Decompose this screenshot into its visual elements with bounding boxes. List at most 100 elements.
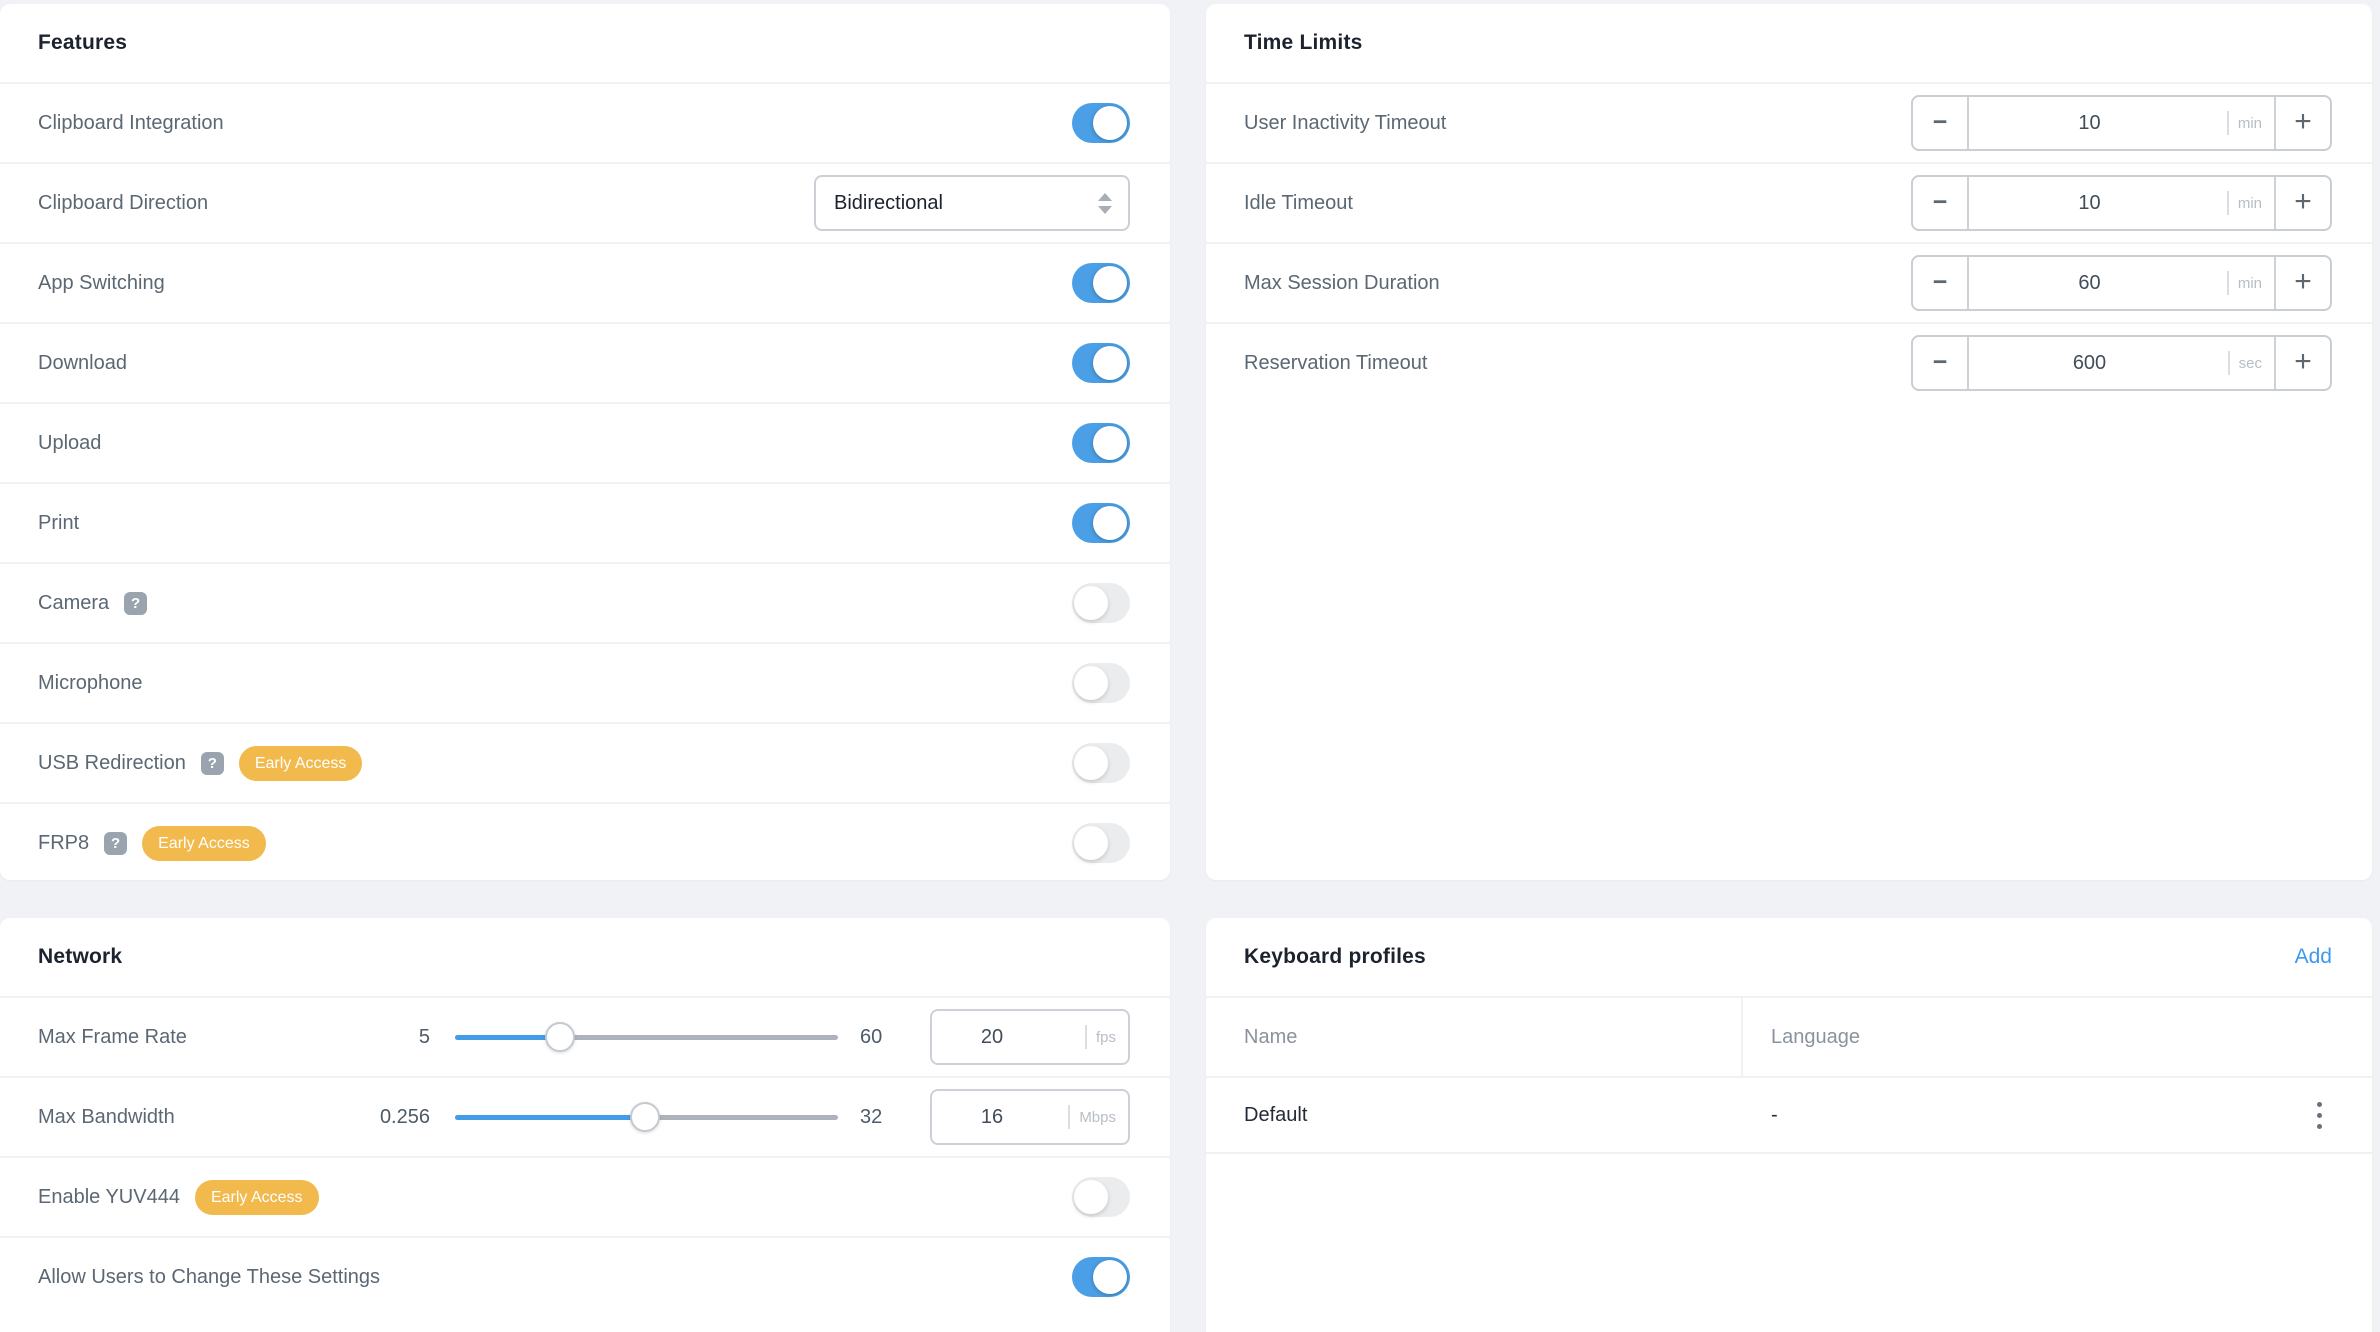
stepper-value: 600 [2073,352,2106,375]
slider-max-label: 32 [860,1106,930,1129]
stepper-value-field[interactable]: 10 min [1969,97,2274,149]
max-bandwidth-input[interactable]: 16 Mbps [930,1089,1130,1145]
keyboard-profiles-card: Keyboard profiles Add Name Language Defa… [1206,918,2372,1332]
toggle-knob [1093,266,1127,300]
max-frame-rate-slider[interactable] [455,1035,838,1040]
toggle-knob [1074,746,1108,780]
time-limits-title: Time Limits [1244,31,1363,55]
max-session-duration-stepper: − 60 min + [1911,255,2332,311]
profile-name-cell: Default [1206,1104,1743,1127]
keyboard-profiles-title: Keyboard profiles [1244,945,1426,969]
network-row-allow-users-change: Allow Users to Change These Settings [0,1236,1170,1316]
enable-yuv444-label: Enable YUV444 [38,1186,180,1209]
time-limits-header: Time Limits [1206,4,2372,82]
network-header: Network [0,918,1170,996]
feature-row-frp8: FRP8 ? Early Access [0,802,1170,880]
toggle-knob [1093,346,1127,380]
keyboard-profile-row[interactable]: Default - [1206,1076,2372,1154]
toggle-knob [1074,666,1108,700]
user-inactivity-timeout-label: User Inactivity Timeout [1244,112,1446,135]
camera-toggle[interactable] [1072,583,1130,623]
help-icon[interactable]: ? [104,832,127,855]
increment-button[interactable]: + [2274,177,2330,229]
slider-min-label: 0.256 [300,1106,430,1129]
upload-label: Upload [38,432,101,455]
allow-users-change-label: Allow Users to Change These Settings [38,1266,380,1289]
stepper-value-field[interactable]: 600 sec [1969,337,2274,389]
clipboard-direction-select[interactable]: Bidirectional [814,175,1130,231]
increment-button[interactable]: + [2274,97,2330,149]
toggle-knob [1074,1180,1108,1214]
stepper-unit: min [2227,191,2262,215]
toggle-knob [1093,106,1127,140]
stepper-value: 10 [2078,112,2100,135]
idle-timeout-label: Idle Timeout [1244,192,1353,215]
help-icon[interactable]: ? [124,592,147,615]
stepper-value-field[interactable]: 10 min [1969,177,2274,229]
settings-page: Features Clipboard Integration Clipboard… [0,0,2380,1332]
feature-row-usb-redirection: USB Redirection ? Early Access [0,722,1170,802]
input-value: 16 [981,1106,1003,1129]
time-limits-card: Time Limits User Inactivity Timeout − 10… [1206,4,2372,880]
kebab-menu-icon[interactable] [2311,1096,2328,1135]
decrement-button[interactable]: − [1913,257,1969,309]
keyboard-table-header: Name Language [1206,996,2372,1076]
network-row-max-bandwidth: Max Bandwidth 0.256 32 16 Mbps [0,1076,1170,1156]
usb-redirection-label: USB Redirection [38,752,186,775]
slider-min-label: 5 [300,1026,430,1049]
enable-yuv444-toggle[interactable] [1072,1177,1130,1217]
microphone-toggle[interactable] [1072,663,1130,703]
feature-row-camera: Camera ? [0,562,1170,642]
max-bandwidth-slider[interactable] [455,1115,838,1120]
feature-row-clipboard-direction: Clipboard Direction Bidirectional [0,162,1170,242]
feature-row-print: Print [0,482,1170,562]
early-access-badge: Early Access [142,826,266,861]
slider-fill [455,1115,645,1120]
input-unit: Mbps [1068,1105,1116,1129]
decrement-button[interactable]: − [1913,97,1969,149]
toggle-knob [1093,426,1127,460]
max-bandwidth-label: Max Bandwidth [38,1106,300,1129]
add-profile-button[interactable]: Add [2295,945,2332,969]
camera-label: Camera [38,592,109,615]
upload-toggle[interactable] [1072,423,1130,463]
decrement-button[interactable]: − [1913,177,1969,229]
slider-handle[interactable] [630,1102,660,1132]
download-toggle[interactable] [1072,343,1130,383]
usb-redirection-toggle[interactable] [1072,743,1130,783]
toggle-knob [1093,1260,1127,1294]
column-header-language: Language [1743,998,2372,1076]
feature-row-clipboard-integration: Clipboard Integration [0,82,1170,162]
help-icon[interactable]: ? [201,752,224,775]
print-label: Print [38,512,79,535]
early-access-badge: Early Access [195,1180,319,1215]
app-switching-toggle[interactable] [1072,263,1130,303]
max-frame-rate-label: Max Frame Rate [38,1026,300,1049]
allow-users-change-toggle[interactable] [1072,1257,1130,1297]
microphone-label: Microphone [38,672,143,695]
reservation-timeout-stepper: − 600 sec + [1911,335,2332,391]
feature-row-download: Download [0,322,1170,402]
profile-language-cell: - [1743,1104,2311,1127]
network-card: Network Max Frame Rate 5 60 20 fps Max B… [0,918,1170,1332]
features-card: Features Clipboard Integration Clipboard… [0,4,1170,880]
max-frame-rate-input[interactable]: 20 fps [930,1009,1130,1065]
feature-row-microphone: Microphone [0,642,1170,722]
frp8-label: FRP8 [38,832,89,855]
decrement-button[interactable]: − [1913,337,1969,389]
input-value: 20 [981,1026,1003,1049]
clipboard-integration-toggle[interactable] [1072,103,1130,143]
stepper-value-field[interactable]: 60 min [1969,257,2274,309]
slider-handle[interactable] [545,1022,575,1052]
early-access-badge: Early Access [239,746,363,781]
features-header: Features [0,4,1170,82]
clipboard-direction-label: Clipboard Direction [38,192,208,215]
clipboard-integration-label: Clipboard Integration [38,112,224,135]
increment-button[interactable]: + [2274,337,2330,389]
app-switching-label: App Switching [38,272,165,295]
slider-max-label: 60 [860,1026,930,1049]
print-toggle[interactable] [1072,503,1130,543]
increment-button[interactable]: + [2274,257,2330,309]
frp8-toggle[interactable] [1072,823,1130,863]
feature-row-upload: Upload [0,402,1170,482]
